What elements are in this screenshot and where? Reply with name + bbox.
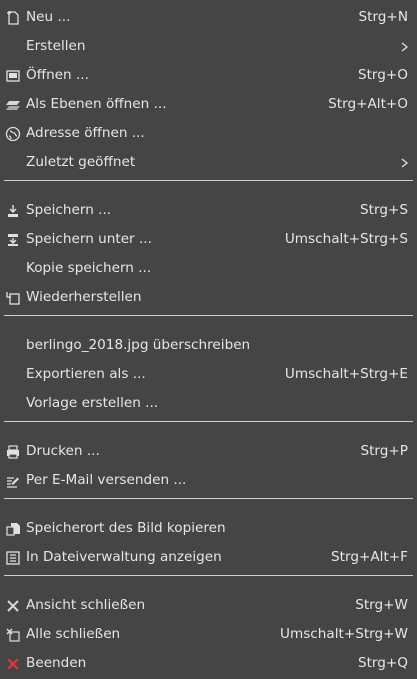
menu-separator [4, 315, 413, 316]
menu-item-create[interactable]: Erstellen [0, 32, 417, 61]
menu-item-label: Kopie speichern ... [26, 260, 152, 276]
menu-item-revert[interactable]: Wiederherstellen [0, 283, 417, 312]
menu-item-shortcut: Strg+S [360, 202, 408, 218]
menu-item-open-as-layers[interactable]: Als Ebenen öffnen ... Strg+Alt+O [0, 90, 417, 119]
menu-item-label: Alle schließen [26, 626, 121, 642]
menu-item-show-in-file-manager[interactable]: In Dateiverwaltung anzeigen Strg+Alt+F [0, 543, 417, 572]
menu-item-save-copy[interactable]: Kopie speichern ... [0, 254, 417, 283]
save-icon [4, 202, 22, 220]
menu-item-shortcut: Umschalt+Strg+E [284, 366, 408, 382]
menu-item-send-email[interactable]: Per E-Mail versenden ... [0, 466, 417, 495]
menu-item-label: Ansicht schließen [26, 597, 146, 613]
chevron-right-icon [400, 42, 409, 52]
menu-item-shortcut: Strg+P [360, 443, 408, 459]
menu-item-save-as[interactable]: Speichern unter ... Umschalt+Strg+S [0, 225, 417, 254]
menu-item-label: Per E-Mail versenden ... [26, 472, 187, 488]
menu-item-recent[interactable]: Zuletzt geöffnet [0, 148, 417, 177]
printer-icon [4, 443, 22, 461]
email-edit-icon [4, 472, 22, 490]
menu-item-open[interactable]: Öffnen ... Strg+O [0, 61, 417, 90]
menu-separator [4, 421, 413, 422]
menu-item-label: Beenden [26, 655, 87, 671]
menu-item-label: Öffnen ... [26, 67, 89, 83]
menu-separator [4, 180, 413, 181]
menu-item-label: Exportieren als ... [26, 366, 146, 382]
open-folder-icon [4, 67, 22, 85]
menu-item-print[interactable]: Drucken ... Strg+P [0, 437, 417, 466]
globe-icon [4, 125, 22, 143]
menu-item-shortcut: Strg+O [357, 67, 408, 83]
menu-item-shortcut: Umschalt+Strg+S [284, 231, 408, 247]
menu-item-export-as[interactable]: Exportieren als ... Umschalt+Strg+E [0, 360, 417, 389]
copy-location-icon [4, 520, 22, 538]
menu-item-shortcut: Umschalt+Strg+W [280, 626, 408, 642]
close-icon [4, 597, 22, 615]
menu-item-label: Adresse öffnen ... [26, 125, 145, 141]
revert-icon [4, 289, 22, 307]
menu-item-save[interactable]: Speichern ... Strg+S [0, 196, 417, 225]
menu-item-label: Als Ebenen öffnen ... [26, 96, 167, 112]
menu-item-close-view[interactable]: Ansicht schließen Strg+W [0, 591, 417, 620]
menu-item-open-location[interactable]: Adresse öffnen ... [0, 119, 417, 148]
menu-item-label: berlingo_2018.jpg überschreiben [26, 337, 251, 353]
new-document-icon [4, 9, 22, 27]
menu-item-label: In Dateiverwaltung anzeigen [26, 549, 222, 565]
menu-item-quit[interactable]: Beenden Strg+Q [0, 649, 417, 678]
menu-item-copy-location[interactable]: Speicherort des Bild kopieren [0, 514, 417, 543]
menu-item-label: Drucken ... [26, 443, 100, 459]
menu-item-label: Wiederherstellen [26, 289, 142, 305]
file-menu: Neu ... Strg+N Erstellen Öffnen ... Strg… [0, 0, 417, 679]
close-all-icon [4, 626, 22, 644]
open-as-layers-icon [4, 96, 22, 114]
menu-item-label: Zuletzt geöffnet [26, 154, 136, 170]
menu-item-label: Speicherort des Bild kopieren [26, 520, 226, 536]
menu-item-label: Speichern unter ... [26, 231, 152, 247]
menu-separator [4, 575, 413, 576]
menu-item-shortcut: Strg+Q [357, 655, 408, 671]
menu-item-label: Neu ... [26, 9, 71, 25]
menu-item-label: Speichern ... [26, 202, 112, 218]
menu-item-shortcut: Strg+Alt+F [331, 549, 408, 565]
menu-item-label: Erstellen [26, 38, 86, 54]
quit-icon [4, 655, 22, 673]
menu-item-shortcut: Strg+Alt+O [328, 96, 408, 112]
menu-item-label: Vorlage erstellen ... [26, 395, 159, 411]
menu-item-overwrite[interactable]: berlingo_2018.jpg überschreiben [0, 331, 417, 360]
menu-item-close-all[interactable]: Alle schließen Umschalt+Strg+W [0, 620, 417, 649]
file-manager-icon [4, 549, 22, 567]
menu-item-shortcut: Strg+N [358, 9, 409, 25]
chevron-right-icon [400, 158, 409, 168]
menu-separator [4, 498, 413, 499]
menu-item-create-template[interactable]: Vorlage erstellen ... [0, 389, 417, 418]
menu-item-new[interactable]: Neu ... Strg+N [0, 3, 417, 32]
menu-item-shortcut: Strg+W [355, 597, 408, 613]
save-as-icon [4, 231, 22, 249]
